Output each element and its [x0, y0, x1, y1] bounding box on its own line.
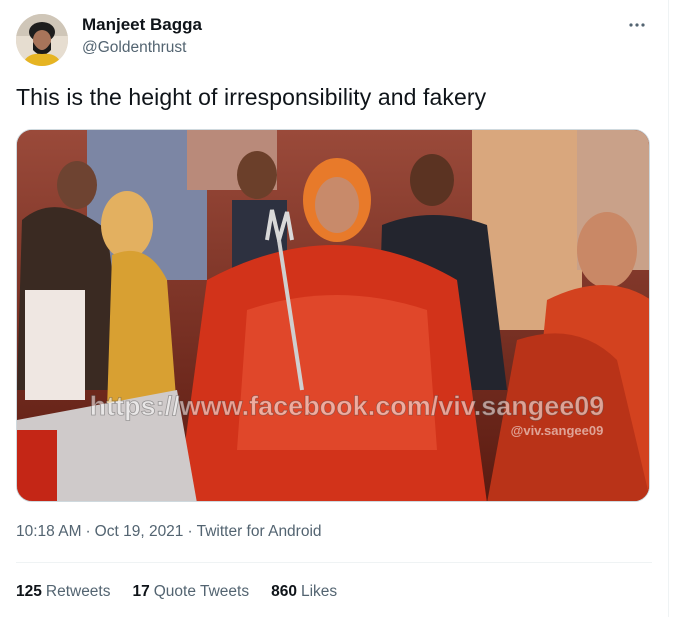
tweet-date: Oct 19, 2021	[94, 523, 184, 540]
avatar[interactable]	[16, 14, 68, 66]
user-handle[interactable]: @Goldenthrust	[82, 39, 186, 57]
tweet-meta: 10:18 AM · Oct 19, 2021 · Twitter for Androi…	[16, 523, 322, 541]
more-horizontal-icon	[629, 23, 645, 27]
quote-tweets-stat[interactable]: 17 Quote Tweets	[133, 583, 250, 601]
watermark-main: https://www.facebook.com/viv.sangee09	[90, 391, 605, 421]
tweet-photo[interactable]: https://www.facebook.com/viv.sangee09 @v…	[16, 129, 650, 502]
divider	[16, 562, 652, 563]
retweets-label: Retweets	[45, 583, 111, 600]
meta-separator: ·	[187, 523, 193, 540]
avatar-image	[16, 14, 68, 66]
photo-image: https://www.facebook.com/viv.sangee09 @v…	[17, 130, 649, 501]
display-name[interactable]: Manjeet Bagga	[82, 15, 202, 35]
retweets-count: 125	[16, 583, 42, 600]
retweets-stat[interactable]: 125 Retweets	[16, 583, 111, 601]
tweet-source[interactable]: Twitter for Android	[197, 523, 322, 540]
likes-count: 860	[271, 583, 297, 600]
tweet-time[interactable]: 10:18 AM · Oct 19, 2021	[16, 523, 183, 540]
likes-label: Likes	[300, 583, 338, 600]
watermark-small: @viv.sangee09	[511, 423, 604, 438]
meta-separator: ·	[85, 523, 91, 540]
tweet-time-text: 10:18 AM	[16, 523, 82, 540]
tweet-text: This is the height of irresponsibility a…	[16, 84, 487, 110]
more-options-button[interactable]	[622, 10, 652, 40]
tweet-article: Manjeet Bagga @Goldenthrust This is the …	[0, 0, 669, 617]
quote-tweets-label: Quote Tweets	[153, 583, 250, 600]
tweet-stats: 125 Retweets 17 Quote Tweets 860 Likes	[16, 583, 337, 601]
quote-tweets-count: 17	[132, 583, 150, 600]
likes-stat[interactable]: 860 Likes	[271, 583, 337, 601]
